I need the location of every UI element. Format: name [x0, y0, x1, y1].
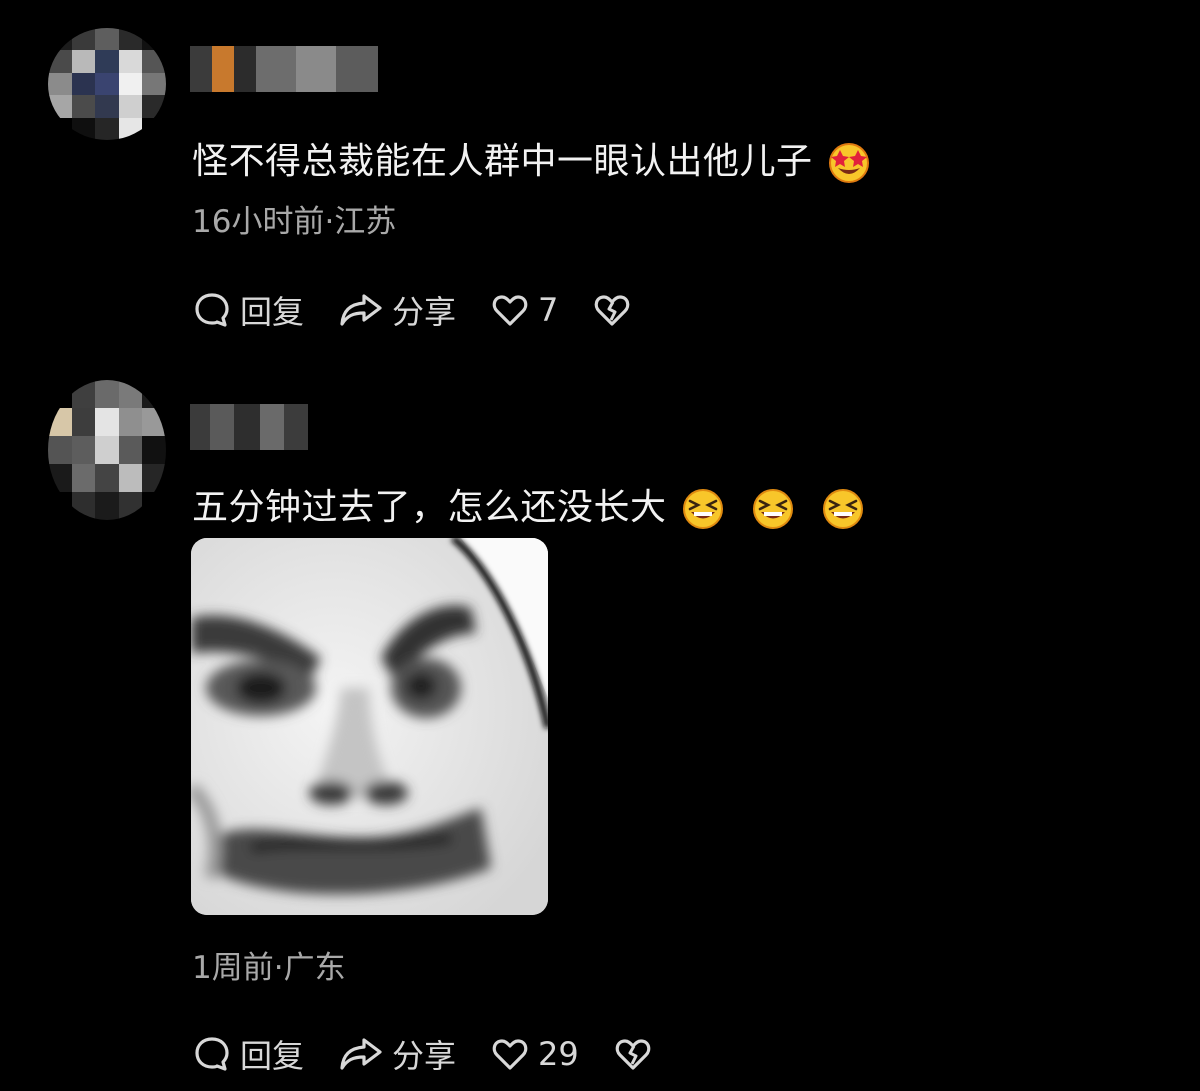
username-blurred[interactable]	[190, 404, 308, 450]
heart-icon	[492, 295, 528, 326]
comment-bubble-icon	[195, 293, 229, 327]
dislike-button[interactable]	[613, 1034, 653, 1074]
reply-label: 回复	[240, 1037, 305, 1075]
comment-text: 怪不得总裁能在人群中一眼认出他儿子	[192, 132, 871, 185]
comment-bubble-icon	[195, 1037, 229, 1071]
grinning-squint-emoji-icon	[822, 489, 863, 529]
like-button[interactable]: 29	[490, 1034, 579, 1074]
meme-image[interactable]	[191, 538, 548, 915]
share-label: 分享	[392, 1037, 457, 1075]
comment-meta: 16小时前·江苏	[192, 204, 397, 240]
comment-actions: 回复 分享 7	[192, 288, 666, 332]
share-button[interactable]: 分享	[338, 287, 456, 333]
grinning-squint-emoji-icon	[682, 489, 723, 529]
comment-text: 五分钟过去了，怎么还没长大	[192, 478, 865, 531]
share-arrow-icon	[340, 294, 382, 326]
share-arrow-icon	[340, 1038, 382, 1070]
share-button[interactable]: 分享	[338, 1031, 456, 1077]
angry-face-meme-icon	[191, 538, 548, 915]
comment-text-content: 怪不得总裁能在人群中一眼认出他儿子	[192, 141, 813, 182]
heart-icon	[492, 1039, 528, 1070]
star-struck-emoji-icon	[828, 143, 869, 183]
like-count: 7	[538, 291, 559, 329]
comment-actions: 回复 分享 29	[192, 1032, 687, 1076]
comment-text-content: 五分钟过去了，怎么还没长大	[192, 487, 667, 528]
reply-label: 回复	[240, 293, 305, 331]
reply-button[interactable]: 回复	[192, 1031, 304, 1077]
share-label: 分享	[392, 293, 457, 331]
like-button[interactable]: 7	[490, 290, 558, 330]
reply-button[interactable]: 回复	[192, 287, 304, 333]
username-blurred[interactable]	[190, 46, 378, 92]
avatar[interactable]	[48, 380, 166, 520]
comment-meta: 1周前·广东	[192, 950, 346, 986]
like-count: 29	[538, 1035, 579, 1073]
avatar[interactable]	[48, 28, 166, 140]
broken-heart-icon	[595, 295, 630, 326]
broken-heart-icon	[615, 1039, 651, 1070]
dislike-button[interactable]	[592, 290, 632, 330]
grinning-squint-emoji-icon	[752, 489, 793, 529]
